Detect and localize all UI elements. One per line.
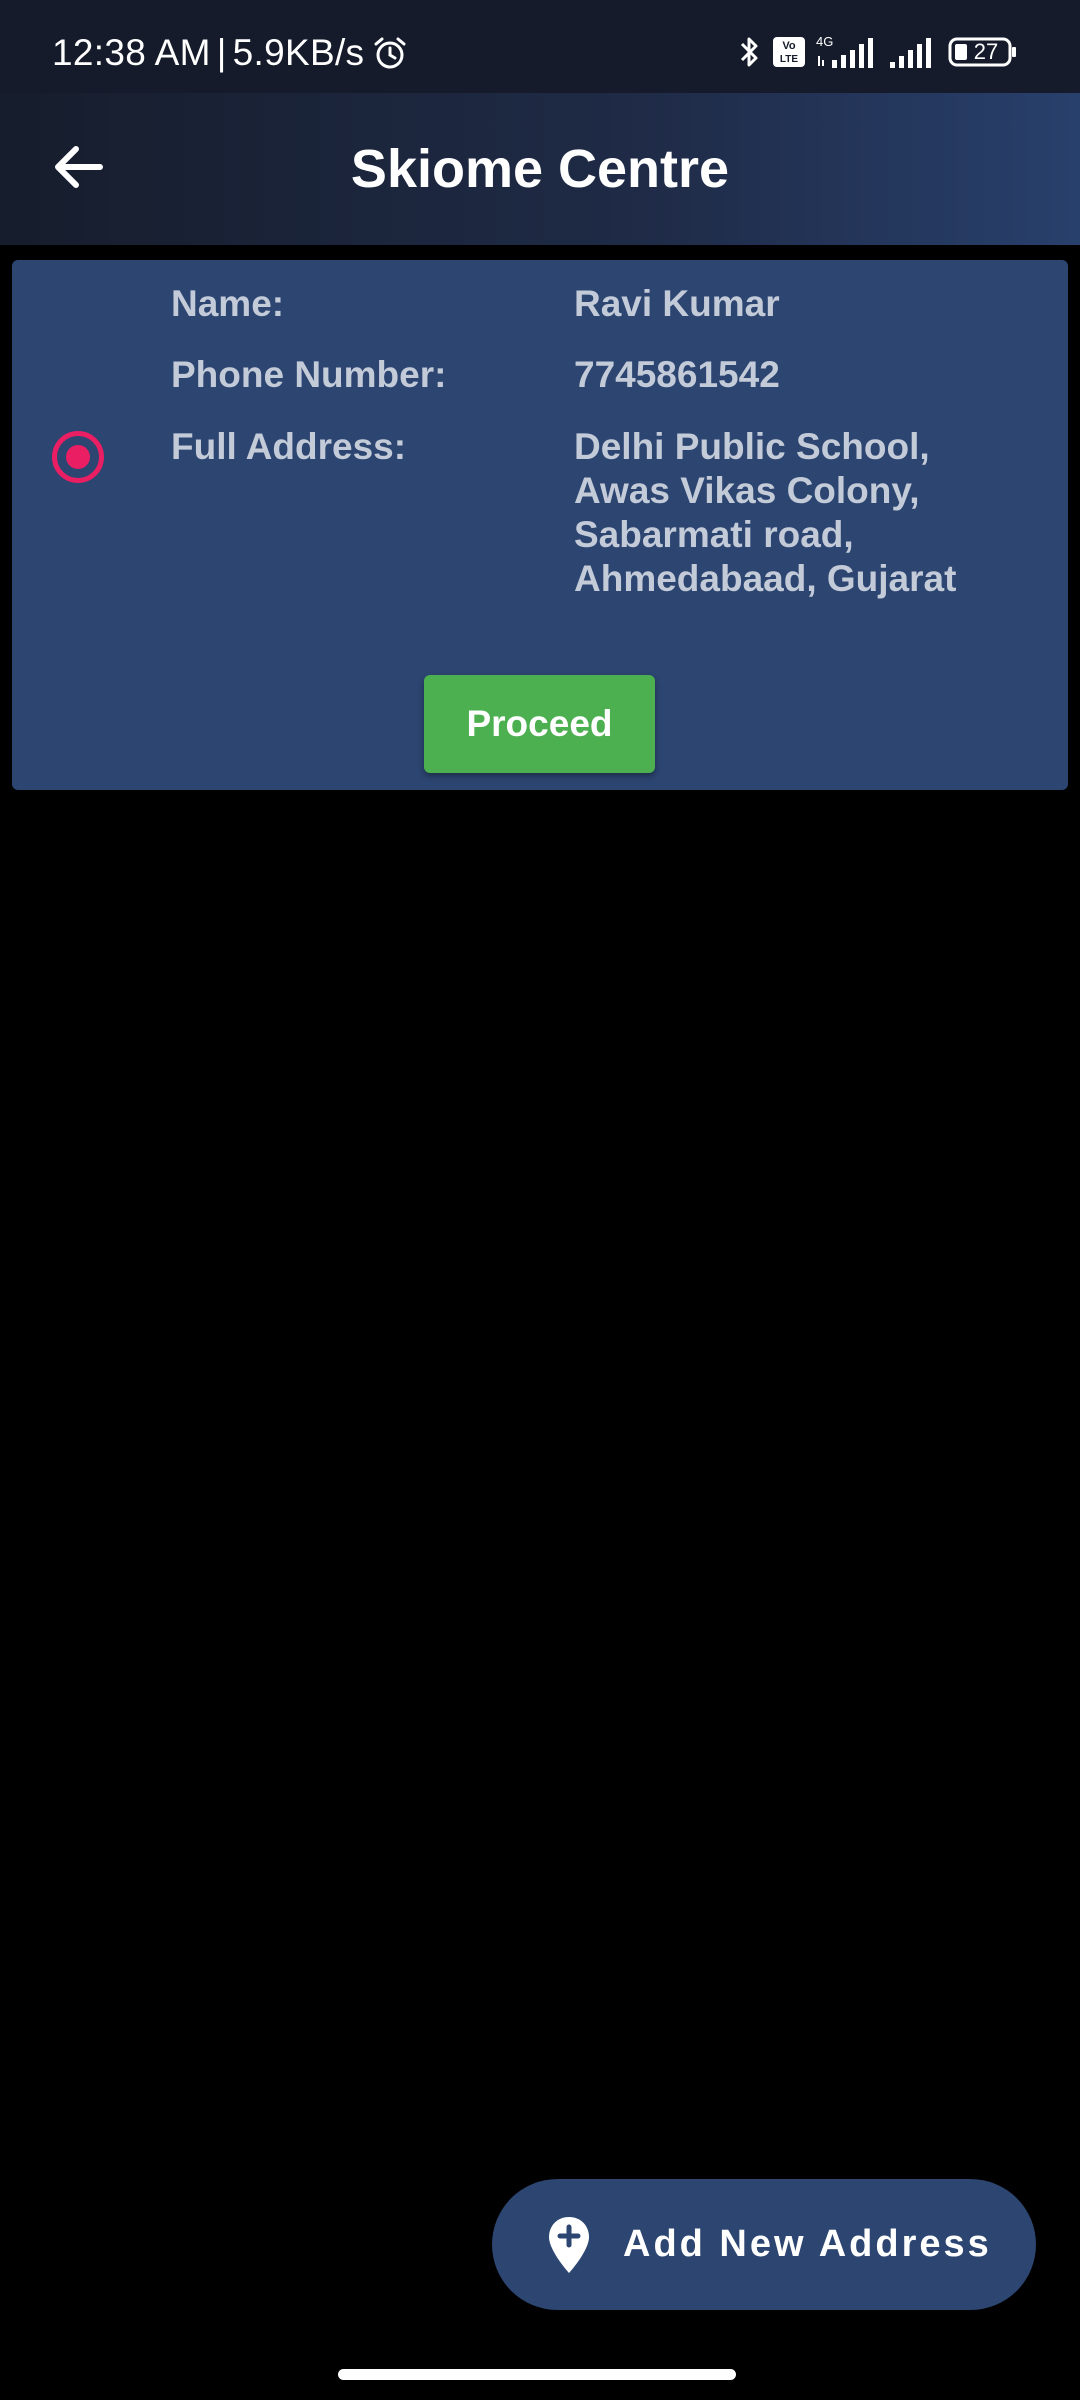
battery-level: 27 [973,39,999,64]
network-speed: 5.9KB/s [232,32,365,73]
status-right: Vo LTE 4G 27 [738,34,1018,70]
bluetooth-icon [738,34,762,70]
volte-icon: Vo LTE [772,36,806,68]
add-new-address-label: Add New Address [623,2223,992,2265]
address-label: Full Address: [171,426,407,467]
address-card[interactable]: Name: Ravi Kumar Phone Number: 774586154… [12,260,1068,790]
address-value: Delhi Public School, Awas Vikas Colony, … [574,425,1044,601]
add-location-icon [549,2216,589,2273]
network-type-label: 4G [816,34,833,49]
add-new-address-button[interactable]: Add New Address [492,2179,1036,2310]
status-separator: | [216,32,227,73]
name-label: Name: [171,283,285,324]
battery-icon: 27 [948,36,1018,68]
status-bar: 12:38 AM | 5.9KB/s Vo LTE 4G 27 [0,0,1080,93]
svg-text:Vo: Vo [782,40,796,52]
signal-icon-2 [888,34,938,70]
address-line: Sabarmati road, [574,514,854,555]
app-screen: 12:38 AM | 5.9KB/s Vo LTE 4G 27 Skiome C… [0,0,1080,2400]
radio-selected-dot [66,445,90,469]
address-line: Awas Vikas Colony, [574,470,920,511]
phone-label: Phone Number: [171,354,447,395]
back-button[interactable] [40,129,116,205]
app-header: Skiome Centre [0,93,1080,245]
svg-text:LTE: LTE [780,54,798,65]
phone-value: 7745861542 [574,354,780,395]
address-line: Ahmedabaad, Gujarat [574,558,957,599]
status-time: 12:38 AM [52,32,211,73]
signal-icon: 4G [816,34,878,70]
address-radio-button[interactable] [52,431,104,483]
name-value: Ravi Kumar [574,283,780,324]
address-line: Delhi Public School, [574,426,930,467]
page-title: Skiome Centre [350,139,730,199]
status-left: 12:38 AM | 5.9KB/s [52,32,408,74]
proceed-button[interactable]: Proceed [424,675,655,773]
home-indicator[interactable] [338,2369,736,2380]
arrow-left-icon [55,146,103,188]
alarm-icon [372,35,408,71]
